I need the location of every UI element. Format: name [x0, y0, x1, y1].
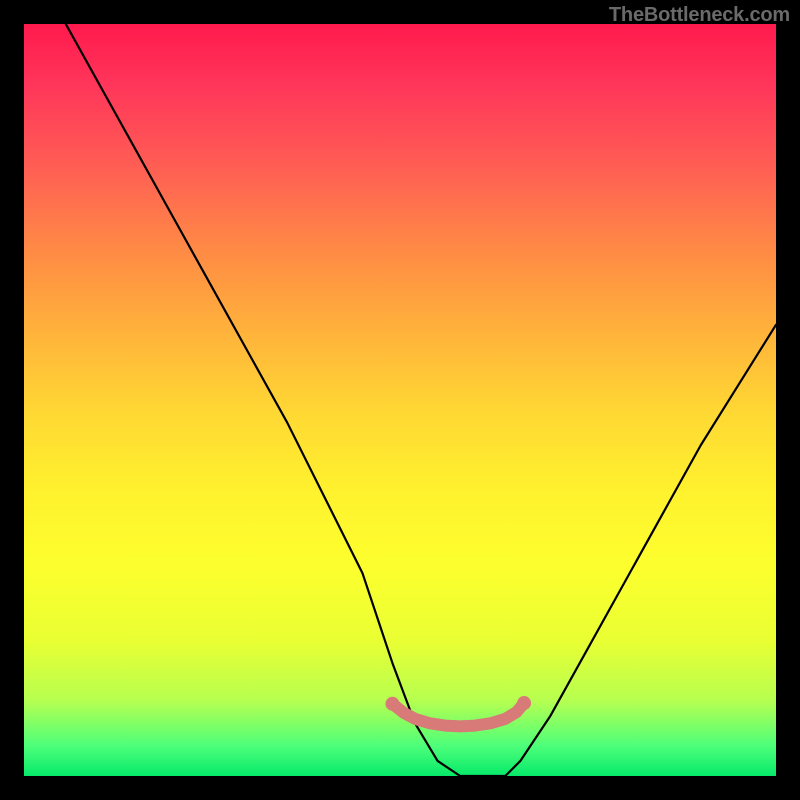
plot-area	[24, 24, 776, 776]
optimal-marker-start	[385, 697, 399, 711]
chart-frame: TheBottleneck.com	[0, 0, 800, 800]
attribution-label: TheBottleneck.com	[609, 4, 790, 27]
bottleneck-curve-path	[24, 24, 776, 776]
optimal-marker-path	[392, 703, 524, 726]
optimal-marker-end	[517, 696, 531, 710]
curve-layer	[24, 24, 776, 776]
